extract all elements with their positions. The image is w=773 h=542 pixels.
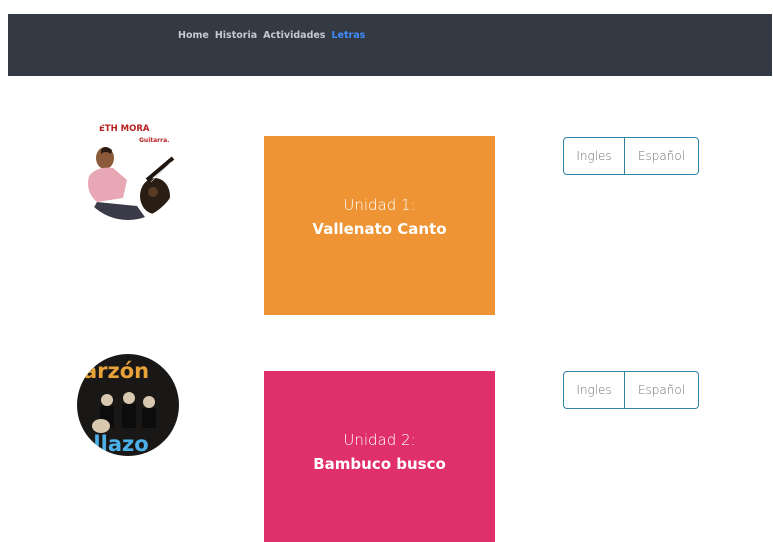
nav-links: Home Historia Actividades Letras: [178, 30, 365, 41]
unit-1-english-button[interactable]: Ingles: [563, 137, 625, 175]
unit-2-album-image: arzón ollazo: [77, 354, 179, 456]
album-2-top-text: arzón: [83, 359, 149, 383]
album-cover-1-graphic: ETH MORA Guitarra.: [77, 118, 179, 220]
album-2-bottom-text: ollazo: [79, 432, 149, 456]
top-navbar: Home Historia Actividades Letras: [8, 14, 772, 76]
unit-2-english-button[interactable]: Ingles: [563, 371, 625, 409]
unit-1-label: Unidad 1:: [343, 196, 416, 214]
unit-1-album-image: ETH MORA Guitarra.: [77, 118, 179, 220]
unit-2-spanish-button[interactable]: Español: [625, 371, 699, 409]
nav-home-link[interactable]: Home: [178, 30, 209, 41]
unit-2-card[interactable]: Unidad 2: Bambuco busco: [264, 371, 495, 542]
unit-2-language-buttons: Ingles Español: [563, 371, 699, 409]
nav-historia-link[interactable]: Historia: [215, 30, 257, 41]
album-1-subtitle-text: Guitarra.: [139, 137, 169, 144]
unit-1-card[interactable]: Unidad 1: Vallenato Canto: [264, 136, 495, 315]
unit-1-language-buttons: Ingles Español: [563, 137, 699, 175]
album-1-title-text: ETH MORA: [99, 124, 150, 134]
unit-1-spanish-button[interactable]: Español: [625, 137, 699, 175]
unit-1-title: Vallenato Canto: [312, 220, 447, 238]
unit-2-title: Bambuco busco: [313, 455, 446, 473]
nav-letras-link[interactable]: Letras: [331, 30, 365, 41]
nav-actividades-link[interactable]: Actividades: [263, 30, 325, 41]
unit-2-label: Unidad 2:: [343, 431, 416, 449]
album-cover-2-graphic: arzón ollazo: [77, 354, 179, 456]
